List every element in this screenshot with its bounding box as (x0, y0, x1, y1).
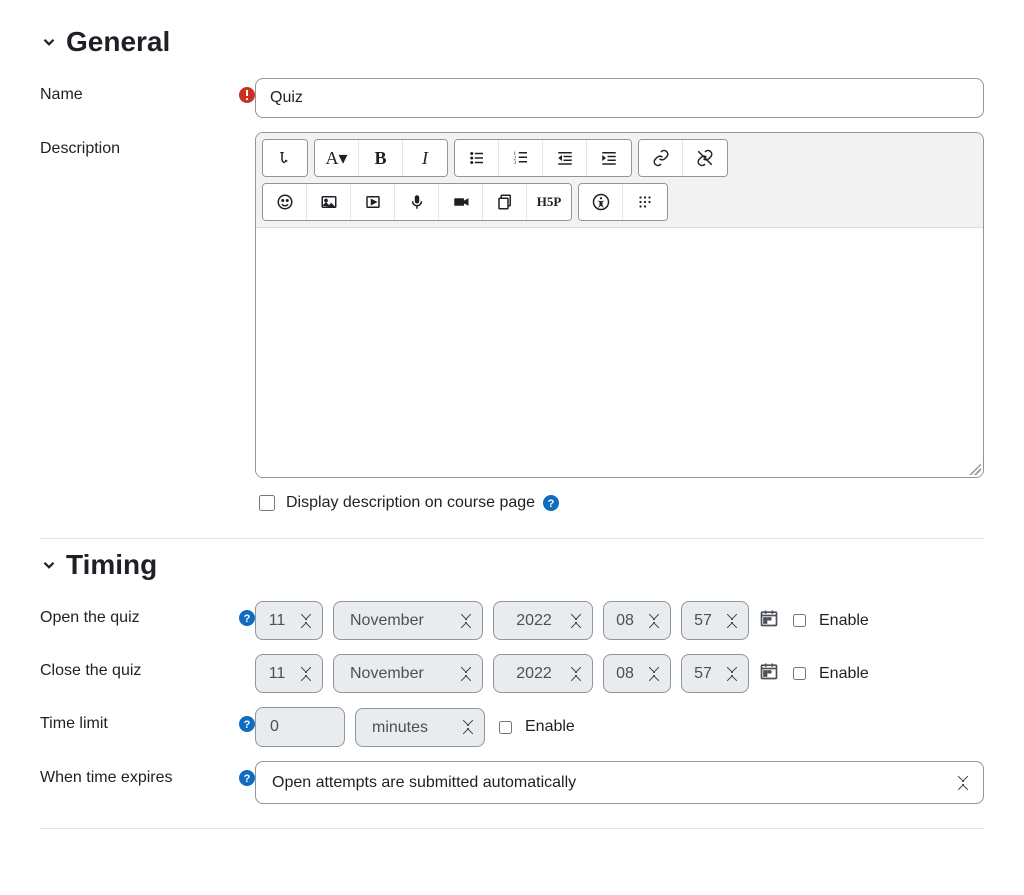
timelimit-label: Time limit (40, 715, 233, 733)
svg-text:?: ? (244, 719, 251, 731)
expires-label: When time expires (40, 769, 233, 787)
open-hour-select[interactable]: 08 (603, 601, 671, 640)
unlink-icon[interactable] (683, 140, 727, 176)
open-quiz-label: Open the quiz (40, 609, 233, 627)
open-year-select[interactable]: 2022 (493, 601, 593, 640)
open-enable-checkbox[interactable] (793, 614, 806, 627)
display-description-label: Display description on course page (286, 494, 535, 512)
expires-select[interactable]: Open attempts are submitted automaticall… (255, 761, 984, 804)
svg-text:3: 3 (513, 160, 516, 166)
h5p-icon[interactable]: H5P (527, 184, 571, 220)
screenreader-helper-icon[interactable] (623, 184, 667, 220)
toolbar-toggle-icon[interactable] (263, 140, 307, 176)
help-icon[interactable]: ? (543, 495, 559, 511)
section-divider (40, 828, 984, 829)
accessibility-checker-icon[interactable] (579, 184, 623, 220)
display-description-checkbox[interactable] (259, 495, 275, 511)
indent-icon[interactable] (587, 140, 631, 176)
help-icon[interactable]: ? (239, 610, 255, 626)
section-toggle-general[interactable]: General (40, 26, 984, 58)
open-minute-select[interactable]: 57 (681, 601, 749, 640)
italic-button[interactable]: I (403, 140, 447, 176)
description-editor: A▾ B I 123 (255, 132, 984, 478)
video-icon[interactable] (439, 184, 483, 220)
timelimit-enable-checkbox[interactable] (499, 721, 512, 734)
editor-toolbar: A▾ B I 123 (256, 133, 983, 227)
section-title-timing: Timing (66, 549, 157, 581)
svg-text:?: ? (548, 498, 555, 510)
chevron-down-icon (40, 33, 58, 51)
chevron-down-icon (40, 556, 58, 574)
close-day-select[interactable]: 11 (255, 654, 323, 693)
svg-text:?: ? (244, 773, 251, 785)
open-enable-label: Enable (819, 612, 869, 630)
open-day-select[interactable]: 11 (255, 601, 323, 640)
help-icon[interactable]: ? (239, 716, 255, 732)
open-month-select[interactable]: November (333, 601, 483, 640)
close-quiz-label: Close the quiz (40, 662, 255, 680)
emoji-icon[interactable] (263, 184, 307, 220)
help-icon[interactable]: ? (239, 770, 255, 786)
image-icon[interactable] (307, 184, 351, 220)
timelimit-enable-label: Enable (525, 718, 575, 736)
bold-button[interactable]: B (359, 140, 403, 176)
media-icon[interactable] (351, 184, 395, 220)
bullet-list-icon[interactable] (455, 140, 499, 176)
close-enable-checkbox[interactable] (793, 667, 806, 680)
description-textarea[interactable] (256, 227, 983, 477)
numbered-list-icon[interactable]: 123 (499, 140, 543, 176)
section-title-general: General (66, 26, 170, 58)
description-label: Description (40, 140, 255, 158)
name-label: Name (40, 86, 233, 104)
paragraph-style-button[interactable]: A▾ (315, 140, 359, 176)
section-toggle-timing[interactable]: Timing (40, 549, 984, 581)
required-icon (239, 87, 255, 103)
name-input[interactable] (255, 78, 984, 118)
close-minute-select[interactable]: 57 (681, 654, 749, 693)
close-year-select[interactable]: 2022 (493, 654, 593, 693)
manage-files-icon[interactable] (483, 184, 527, 220)
calendar-icon[interactable] (759, 661, 779, 686)
microphone-icon[interactable] (395, 184, 439, 220)
outdent-icon[interactable] (543, 140, 587, 176)
close-hour-select[interactable]: 08 (603, 654, 671, 693)
close-month-select[interactable]: November (333, 654, 483, 693)
link-icon[interactable] (639, 140, 683, 176)
timelimit-unit-select[interactable]: minutes (355, 708, 485, 747)
close-enable-label: Enable (819, 665, 869, 683)
section-divider (40, 538, 984, 539)
svg-text:?: ? (244, 613, 251, 625)
calendar-icon[interactable] (759, 608, 779, 633)
timelimit-input[interactable] (255, 707, 345, 747)
